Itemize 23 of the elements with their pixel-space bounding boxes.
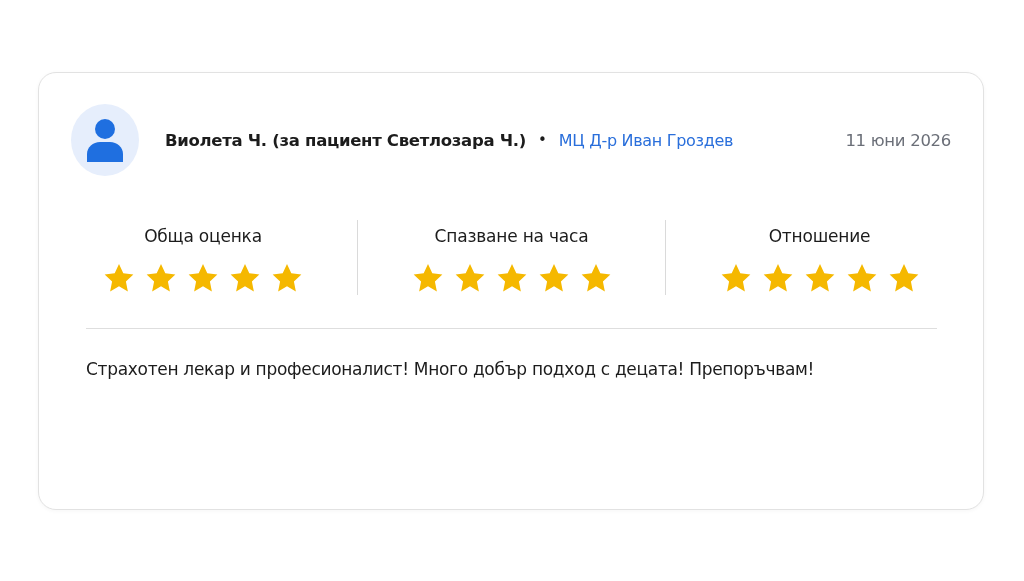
review-date: 11 юни 2026 (845, 130, 951, 150)
star-icon (411, 263, 444, 293)
star-icon (453, 263, 486, 293)
rating-label: Спазване на часа (434, 226, 589, 246)
star-icon (103, 263, 135, 293)
separator: • (537, 131, 547, 149)
clinic-link[interactable]: МЦ Д-р Иван Гроздев (558, 130, 734, 150)
rating-label: Отношение (768, 226, 871, 246)
review-text: Страхотен лекар и професионалист! Много добър подход с децата! Препоръчвам! (86, 359, 816, 379)
author-name: Виолета Ч. (за пациент Светлозара Ч.) (165, 130, 526, 150)
star-icon (761, 263, 794, 293)
star-icon (495, 263, 528, 293)
star-icon (845, 263, 878, 293)
star-icon (187, 263, 219, 293)
star-icon (803, 263, 836, 293)
star-icon (887, 263, 920, 293)
star-icon (579, 263, 612, 293)
star-icon (145, 263, 177, 293)
star-icon (537, 263, 570, 293)
rating-label: Обща оценка (144, 226, 262, 246)
star-icon (271, 263, 303, 293)
star-icon (229, 263, 261, 293)
star-icon (719, 263, 752, 293)
